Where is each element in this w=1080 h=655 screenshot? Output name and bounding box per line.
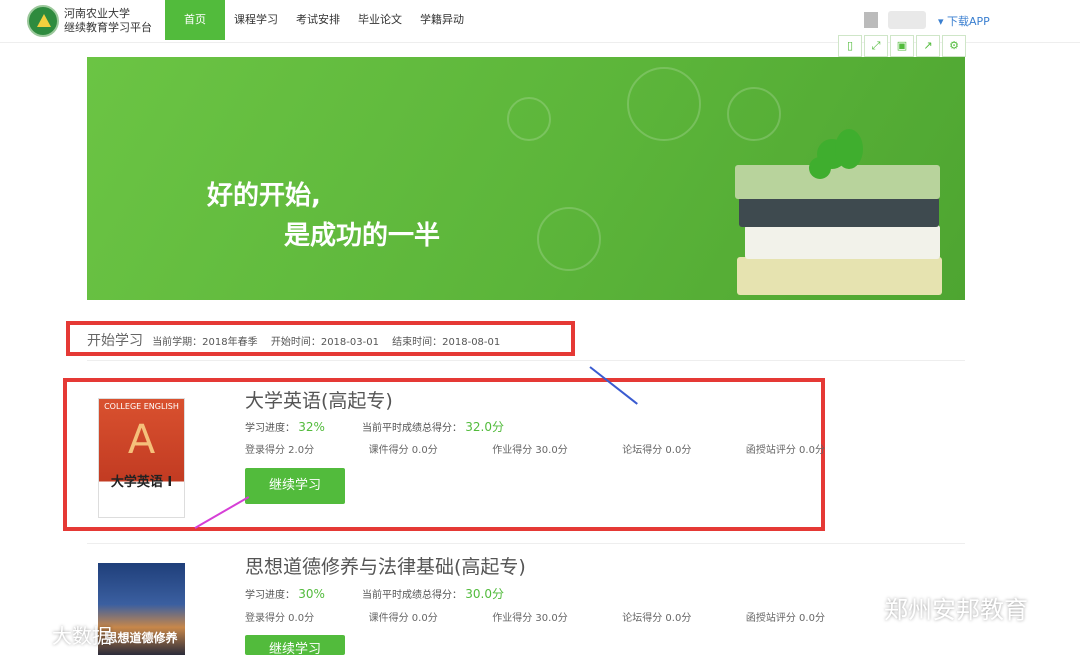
banner-slogan-line1: 好的开始, — [207, 181, 321, 211]
cover-subtitle: 大学英语 I — [110, 475, 173, 490]
fullscreen-icon[interactable]: ⤢ — [864, 35, 888, 57]
course-title[interactable]: 大学英语(高起专) — [245, 386, 393, 413]
course-cover-english[interactable]: COLLEGE ENGLISH A 大学英语 I — [98, 398, 185, 518]
progress-value: 32% — [298, 420, 325, 434]
user-name-blurred[interactable] — [888, 11, 926, 29]
login-score: 登录得分 2.0分 — [245, 445, 315, 456]
cover-letter-icon: A — [127, 417, 156, 463]
continue-learning-button[interactable]: 继续学习 — [245, 468, 345, 504]
doodle — [537, 207, 601, 271]
total-score-value: 32.0分 — [465, 420, 504, 434]
doodle — [727, 87, 781, 141]
settings-icon[interactable]: ⚙ — [942, 35, 966, 57]
progress-label: 学习进度： — [245, 423, 295, 434]
course-title[interactable]: 思想道德修养与法律基础(高起专) — [245, 552, 526, 579]
book-stack — [739, 197, 939, 227]
platform-name: 继续教育学习平台 — [64, 21, 152, 34]
cover-title: COLLEGE ENGLISH — [104, 402, 179, 411]
book-stack — [735, 165, 940, 199]
nav-exams[interactable]: 考试安排 — [287, 0, 349, 40]
doodle — [507, 97, 551, 141]
progress-label: 学习进度： — [245, 590, 295, 601]
book-stack — [737, 257, 942, 295]
nav-status-change[interactable]: 学籍异动 — [411, 0, 473, 40]
watermark-left: 大数据 — [52, 624, 112, 648]
divider — [87, 360, 965, 361]
score-breakdown: 登录得分 2.0分 课件得分 0.0分 作业得分 30.0分 论坛得分 0.0分… — [245, 441, 825, 456]
end-date: 结束时间：2018-08-01 — [392, 337, 501, 348]
progress-value: 30% — [298, 587, 325, 601]
station-score: 函授站评分 0.0分 — [745, 613, 825, 624]
banner-slogan-line2: 是成功的一半 — [284, 221, 441, 251]
homework-score: 作业得分 30.0分 — [492, 613, 568, 624]
station-score: 函授站评分 0.0分 — [745, 445, 825, 456]
courseware-score: 课件得分 0.0分 — [368, 445, 438, 456]
brand: 河南农业大学 继续教育学习平台 — [64, 7, 152, 35]
user-avatar-icon[interactable] — [864, 12, 878, 28]
continue-learning-button[interactable]: 继续学习 — [245, 635, 345, 655]
tree-icon — [809, 157, 831, 179]
share-icon[interactable]: ↗ — [916, 35, 940, 57]
book-stack — [745, 225, 940, 259]
forum-score: 论坛得分 0.0分 — [622, 445, 692, 456]
course-progress: 学习进度： 32% 当前平时成绩总得分： 32.0分 — [245, 418, 504, 435]
total-score-label: 当前平时成绩总得分： — [362, 423, 463, 434]
total-score-label: 当前平时成绩总得分： — [362, 590, 463, 601]
start-learning-heading: 开始学习 — [87, 333, 143, 349]
total-score-value: 30.0分 — [465, 587, 504, 601]
login-score: 登录得分 0.0分 — [245, 613, 315, 624]
school-name: 河南农业大学 — [64, 7, 130, 20]
score-breakdown: 登录得分 0.0分 课件得分 0.0分 作业得分 30.0分 论坛得分 0.0分… — [245, 609, 825, 624]
doodle — [627, 67, 701, 141]
term-info: 开始学习 当前学期：2018年春季 开始时间：2018-03-01 结束时间：2… — [87, 330, 510, 350]
current-semester: 当前学期：2018年春季 — [152, 337, 258, 348]
nav-courses[interactable]: 课程学习 — [225, 0, 287, 40]
homework-score: 作业得分 30.0分 — [492, 445, 568, 456]
toolbar: ▯ ⤢ ▣ ↗ ⚙ — [838, 35, 966, 57]
save-icon[interactable]: ▣ — [890, 35, 914, 57]
course-progress: 学习进度： 30% 当前平时成绩总得分： 30.0分 — [245, 585, 504, 602]
forum-score: 论坛得分 0.0分 — [622, 613, 692, 624]
courseware-score: 课件得分 0.0分 — [368, 613, 438, 624]
main-nav: 首页 课程学习 考试安排 毕业论文 学籍异动 — [165, 0, 473, 40]
wechat-icon — [833, 585, 869, 613]
tree-icon — [835, 129, 863, 169]
nav-thesis[interactable]: 毕业论文 — [349, 0, 411, 40]
school-logo-icon[interactable] — [27, 5, 59, 37]
banner: 好的开始, 是成功的一半 — [87, 57, 965, 300]
divider — [87, 543, 965, 544]
mobile-icon[interactable]: ▯ — [838, 35, 862, 57]
watermark-right: 郑州安邦教育 — [884, 596, 1028, 624]
download-app-link[interactable]: ▾ 下载APP — [938, 13, 990, 29]
start-date: 开始时间：2018-03-01 — [270, 337, 379, 348]
nav-home[interactable]: 首页 — [165, 0, 225, 40]
